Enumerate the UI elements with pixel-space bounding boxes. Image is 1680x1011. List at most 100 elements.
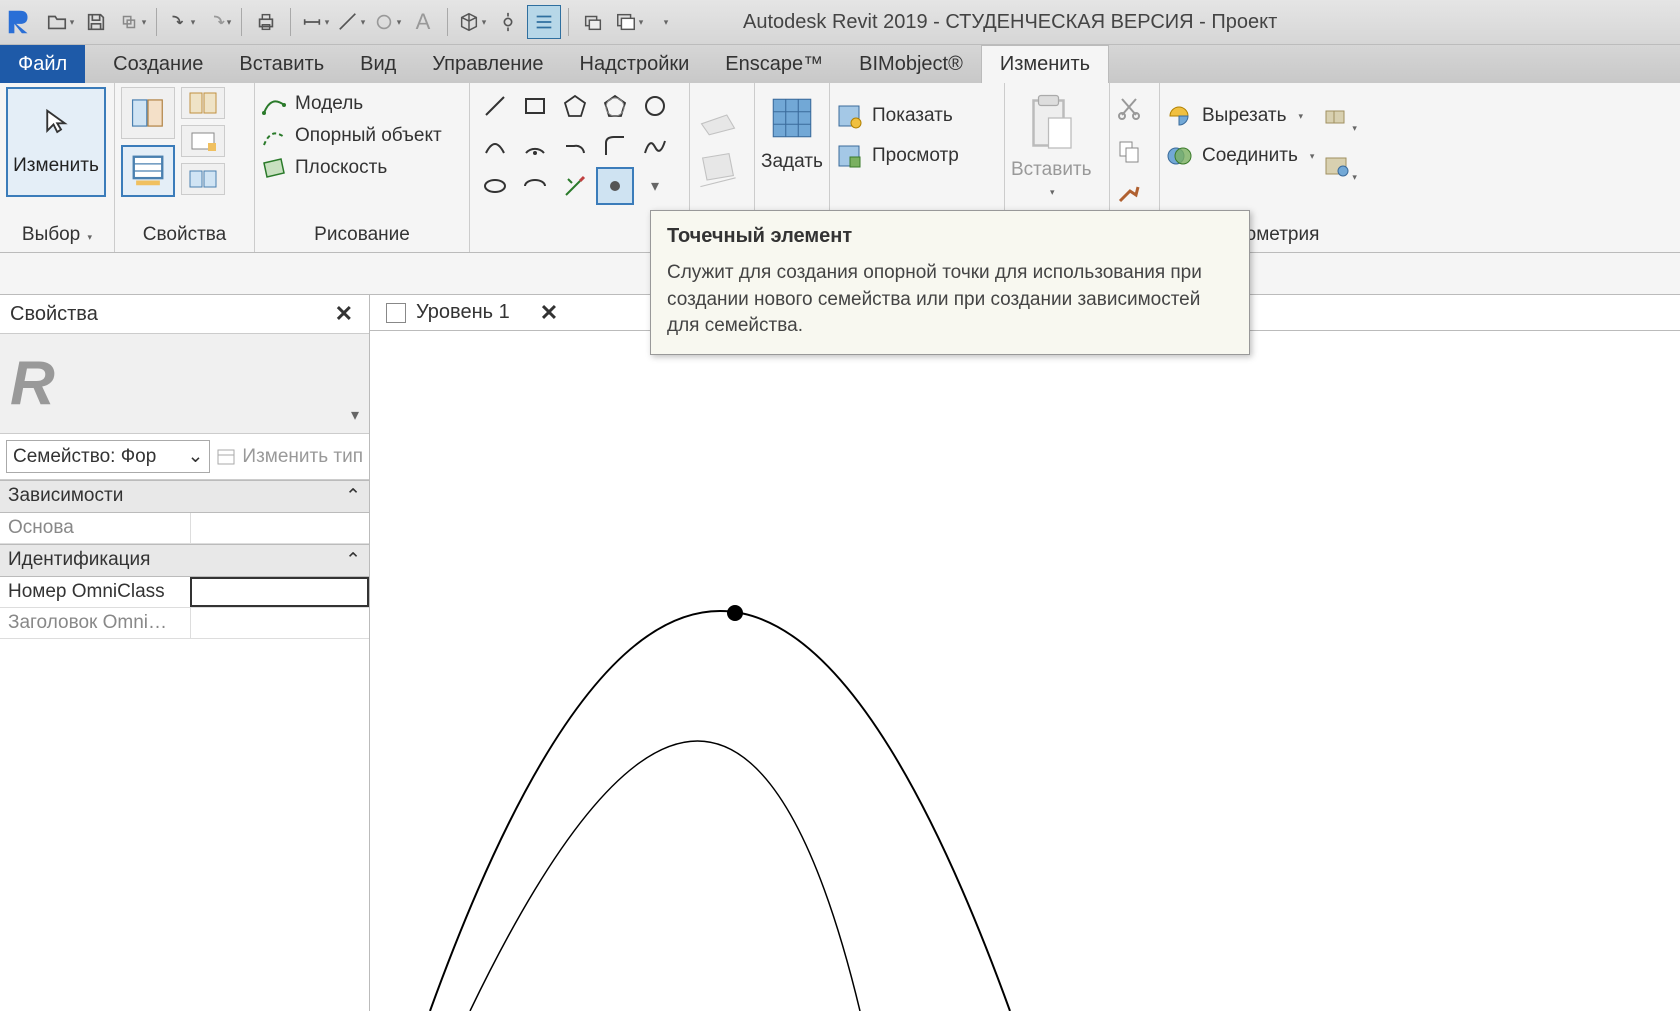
- join-geometry-button[interactable]: Соединить ▾: [1166, 143, 1314, 169]
- model-line-button[interactable]: Модель: [261, 91, 442, 117]
- panel-properties: Свойства: [115, 83, 255, 252]
- redo-icon[interactable]: ▾: [200, 5, 234, 39]
- workplane-viewer-icon[interactable]: [696, 147, 744, 195]
- window-title: Autodesk Revit 2019 - СТУДЕНЧЕСКАЯ ВЕРСИ…: [743, 11, 1277, 34]
- revit-logo-icon: [4, 6, 36, 38]
- reference-line-button[interactable]: Опорный объект: [261, 123, 442, 149]
- section-constraints[interactable]: Зависимости ⌃: [0, 480, 369, 513]
- edit-type-button: Изменить тип: [216, 446, 363, 468]
- print-icon[interactable]: [249, 5, 283, 39]
- tab-file[interactable]: Файл: [0, 45, 85, 83]
- cut-clipboard-icon[interactable]: [1116, 95, 1142, 126]
- 3dview-icon[interactable]: ▾: [455, 5, 489, 39]
- chevron-down-icon[interactable]: ▾: [351, 405, 359, 425]
- switch-windows-icon[interactable]: ▾: [612, 5, 646, 39]
- tab-create[interactable]: Создание: [95, 45, 221, 83]
- properties-close-icon[interactable]: ✕: [329, 301, 359, 327]
- rectangle-tool-icon[interactable]: [516, 87, 554, 125]
- type-props-icon[interactable]: [181, 87, 225, 119]
- collapse-icon: ⌃: [345, 485, 361, 508]
- circle-tool-icon[interactable]: [636, 87, 674, 125]
- save-icon[interactable]: [79, 5, 113, 39]
- view-tab-level1[interactable]: Уровень 1 ✕: [376, 300, 568, 326]
- modify-button[interactable]: Изменить: [6, 87, 106, 197]
- panel-properties-label: Свойства: [121, 220, 248, 252]
- view-tab-close-icon[interactable]: ✕: [540, 300, 558, 326]
- type-preview[interactable]: R ▾: [0, 334, 369, 434]
- thin-lines-icon[interactable]: [527, 5, 561, 39]
- reference-plane-button[interactable]: Плоскость: [261, 155, 442, 181]
- tab-manage[interactable]: Управление: [414, 45, 561, 83]
- workplane-viewer-label: Просмотр: [872, 145, 959, 167]
- arc-center-icon[interactable]: [516, 127, 554, 165]
- ellipse-icon[interactable]: [476, 167, 514, 205]
- tab-bimobject[interactable]: BIMobject®: [841, 45, 981, 83]
- properties-palette: Свойства ✕ R ▾ Семейство: Фор ⌄ Изменить…: [0, 295, 370, 1011]
- open-icon[interactable]: ▾: [43, 5, 77, 39]
- set-workplane-label: Задать: [761, 151, 823, 173]
- tab-modify[interactable]: Изменить: [981, 45, 1109, 83]
- workplane-viewer-button[interactable]: Просмотр: [836, 143, 959, 169]
- arc-start-end-icon[interactable]: [476, 127, 514, 165]
- arc-tangent-icon[interactable]: [556, 127, 594, 165]
- point-element-icon[interactable]: [596, 167, 634, 205]
- tab-view[interactable]: Вид: [342, 45, 414, 83]
- spline-icon[interactable]: [636, 127, 674, 165]
- reference-point[interactable]: [727, 605, 743, 621]
- project-units-icon[interactable]: [181, 163, 225, 195]
- panel-draw-label: Рисование: [261, 220, 463, 252]
- family-types-icon[interactable]: [121, 145, 175, 197]
- property-row-omniclass-title: Заголовок Omni…: [0, 608, 369, 639]
- align-dim-icon[interactable]: ▾: [334, 5, 368, 39]
- tab-addins[interactable]: Надстройки: [562, 45, 708, 83]
- reference-plane-label: Плоскость: [295, 157, 387, 179]
- sync-icon[interactable]: ▾: [115, 5, 149, 39]
- type-selector-value: Семейство: Фор: [13, 446, 156, 468]
- text-icon[interactable]: A: [406, 5, 440, 39]
- workplane-icon[interactable]: [696, 93, 744, 141]
- view-area: Уровень 1 ✕: [370, 295, 1680, 1011]
- qat-customize-icon[interactable]: ▾: [648, 5, 682, 39]
- fillet-arc-icon[interactable]: [596, 127, 634, 165]
- edit-type-label: Изменить тип: [242, 446, 363, 468]
- copy-clipboard-icon[interactable]: [1116, 138, 1142, 169]
- section-identification[interactable]: Идентификация ⌃: [0, 544, 369, 577]
- section-icon[interactable]: [491, 5, 525, 39]
- close-windows-icon[interactable]: [576, 5, 610, 39]
- family-category-icon[interactable]: [181, 125, 225, 157]
- property-omniclass-title-label: Заголовок Omni…: [0, 608, 190, 638]
- tag-icon[interactable]: ▾: [370, 5, 404, 39]
- tab-enscape[interactable]: Enscape™: [707, 45, 841, 83]
- inscribed-poly-icon[interactable]: [556, 87, 594, 125]
- property-basis-label: Основа: [0, 513, 190, 543]
- model-line-label: Модель: [295, 93, 363, 115]
- tooltip-title: Точечный элемент: [667, 225, 1233, 248]
- chevron-down-icon[interactable]: ▾: [636, 167, 674, 205]
- cut-geometry-button[interactable]: Вырезать ▾: [1166, 103, 1314, 129]
- section-constraints-label: Зависимости: [8, 485, 123, 508]
- join-geometry-label: Соединить: [1202, 145, 1298, 167]
- floorplan-icon: [386, 303, 406, 323]
- split-face-icon[interactable]: ▾: [1322, 152, 1357, 185]
- panel-model: Модель Опорный объект Плоскость Рисовани…: [255, 83, 470, 252]
- set-workplane-button[interactable]: Задать: [761, 87, 823, 173]
- property-basis-value[interactable]: [190, 513, 369, 543]
- match-type-icon[interactable]: [1116, 181, 1142, 212]
- properties-icon[interactable]: [121, 87, 175, 139]
- measure-icon[interactable]: ▾: [298, 5, 332, 39]
- type-selector[interactable]: Семейство: Фор ⌄: [6, 440, 210, 473]
- paste-label: Вставить: [1011, 159, 1092, 181]
- tab-insert[interactable]: Вставить: [221, 45, 342, 83]
- undo-icon[interactable]: ▾: [164, 5, 198, 39]
- property-omniclass-number-value[interactable]: [190, 577, 369, 607]
- cope-icon[interactable]: ▾: [1322, 103, 1357, 136]
- property-omniclass-title-value[interactable]: [190, 608, 369, 638]
- line-tool-icon[interactable]: [476, 87, 514, 125]
- show-workplane-button[interactable]: Показать: [836, 103, 959, 129]
- drawing-canvas[interactable]: [370, 331, 1680, 1011]
- section-identification-label: Идентификация: [8, 549, 150, 572]
- circumscribed-poly-icon[interactable]: [596, 87, 634, 125]
- workspace: Свойства ✕ R ▾ Семейство: Фор ⌄ Изменить…: [0, 295, 1680, 1011]
- pick-lines-icon[interactable]: [556, 167, 594, 205]
- partial-ellipse-icon[interactable]: [516, 167, 554, 205]
